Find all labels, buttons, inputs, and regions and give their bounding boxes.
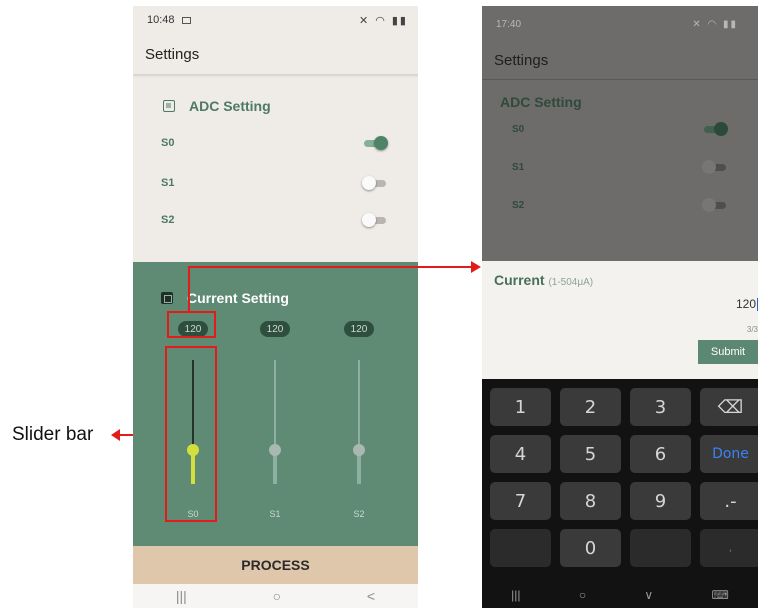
toggle-s2[interactable] bbox=[362, 213, 388, 227]
backspace-icon[interactable]: ⌫ bbox=[700, 388, 758, 426]
current-value-input[interactable]: 120 bbox=[735, 297, 758, 312]
key-6[interactable]: 6 bbox=[630, 435, 691, 473]
app-bar: Settings bbox=[133, 34, 418, 75]
dialog-range-hint: (1-504μA) bbox=[548, 277, 594, 288]
adc-section-header: ADC Setting bbox=[163, 98, 271, 114]
adc-section-title: ADC Setting bbox=[189, 98, 271, 114]
annotation-label: Slider bar bbox=[12, 424, 94, 445]
process-button[interactable]: PROCESS bbox=[133, 546, 418, 584]
highlight-box-pill bbox=[167, 311, 216, 338]
signal-icons: ✕ ◠ ▮▮ bbox=[358, 14, 408, 27]
home-button[interactable]: ○ bbox=[579, 588, 586, 602]
key-8[interactable]: 8 bbox=[560, 482, 621, 520]
current-value-text: 120 bbox=[735, 297, 756, 311]
dialog-title: Current (1-504μA) bbox=[494, 272, 593, 288]
annotation-connector-vertical bbox=[188, 267, 190, 313]
page-title: Settings bbox=[145, 45, 200, 63]
slider-thumb[interactable] bbox=[269, 444, 281, 456]
current-input-dialog: Current (1-504μA) 120 3/3 Submit bbox=[482, 261, 758, 379]
key-1[interactable]: 1 bbox=[490, 388, 551, 426]
adc-label-s1: S1 bbox=[512, 161, 525, 173]
key-7[interactable]: 7 bbox=[490, 482, 551, 520]
adc-label-s0: S0 bbox=[512, 123, 525, 135]
image-icon bbox=[181, 16, 191, 24]
key-blank-left bbox=[490, 529, 551, 567]
toggle-s1 bbox=[702, 160, 728, 174]
key-3[interactable]: 3 bbox=[630, 388, 691, 426]
slider-s1[interactable] bbox=[265, 360, 285, 490]
adc-row-s0[interactable]: S0 bbox=[161, 136, 388, 150]
key-dot-minus[interactable]: .- bbox=[700, 482, 758, 520]
recent-apps-button[interactable]: ||| bbox=[176, 588, 187, 604]
keyboard-icon[interactable]: ⌨ bbox=[712, 588, 729, 602]
recent-apps-button[interactable]: ||| bbox=[511, 588, 520, 602]
toggle-s2 bbox=[702, 198, 728, 212]
key-comma[interactable]: , bbox=[700, 529, 758, 567]
settings-square-icon bbox=[161, 292, 173, 304]
character-counter: 3/3 bbox=[746, 325, 758, 334]
value-pill-s2[interactable]: 120 bbox=[344, 321, 374, 337]
hide-keyboard-button[interactable]: ∨ bbox=[644, 588, 653, 602]
adc-label-s2: S2 bbox=[512, 199, 525, 211]
key-9[interactable]: 9 bbox=[630, 482, 691, 520]
adc-section-title: ADC Setting bbox=[500, 94, 582, 110]
current-section-header: Current Setting bbox=[161, 290, 289, 306]
slider-label-s2: S2 bbox=[353, 509, 365, 519]
app-bar: Settings bbox=[482, 42, 758, 80]
status-time: 10:48 bbox=[147, 14, 175, 26]
settings-square-icon bbox=[163, 100, 175, 112]
adc-row-s2: S2 bbox=[512, 198, 728, 212]
annotation-connector-arrow bbox=[188, 261, 481, 273]
adc-row-s2[interactable]: S2 bbox=[161, 213, 388, 227]
toggle-s0 bbox=[702, 122, 728, 136]
adc-label-s1: S1 bbox=[161, 177, 175, 189]
page-title: Settings bbox=[494, 52, 549, 69]
done-key[interactable]: Done bbox=[700, 435, 758, 473]
numeric-keyboard: 1 2 3 ⌫ 4 5 6 Done 7 8 9 .- 0 , ||| ○ ∨ … bbox=[482, 379, 758, 608]
status-left: 10:48 bbox=[147, 14, 191, 26]
adc-label-s2: S2 bbox=[161, 214, 175, 226]
signal-icons: ✕ ◠ ▮▮ bbox=[692, 18, 738, 30]
value-pill-s1[interactable]: 120 bbox=[260, 321, 290, 337]
highlight-box-slider bbox=[165, 346, 217, 522]
status-time: 17:40 bbox=[496, 18, 522, 30]
key-2[interactable]: 2 bbox=[560, 388, 621, 426]
adc-row-s0: S0 bbox=[512, 122, 728, 136]
system-nav-bar: ||| ○ ∨ ⌨ bbox=[482, 581, 758, 608]
adc-row-s1: S1 bbox=[512, 160, 728, 174]
adc-row-s1[interactable]: S1 bbox=[161, 176, 388, 190]
toggle-s0[interactable] bbox=[362, 136, 388, 150]
submit-button[interactable]: Submit bbox=[698, 340, 758, 364]
slider-thumb[interactable] bbox=[353, 444, 365, 456]
status-bar: 17:40 ✕ ◠ ▮▮ bbox=[496, 6, 758, 42]
key-0[interactable]: 0 bbox=[560, 529, 621, 567]
key-blank-right bbox=[630, 529, 691, 567]
key-4[interactable]: 4 bbox=[490, 435, 551, 473]
back-button[interactable]: < bbox=[367, 588, 375, 604]
status-bar: 10:48 ✕ ◠ ▮▮ bbox=[133, 6, 418, 34]
toggle-s1[interactable] bbox=[362, 176, 388, 190]
key-5[interactable]: 5 bbox=[560, 435, 621, 473]
home-button[interactable]: ○ bbox=[273, 588, 281, 604]
phone-screen-dialog: 17:40 ✕ ◠ ▮▮ Settings ADC Setting S0 S1 … bbox=[482, 6, 758, 608]
slider-label-s1: S1 bbox=[269, 509, 281, 519]
dialog-title-text: Current bbox=[494, 272, 545, 288]
system-nav-bar: ||| ○ < bbox=[133, 584, 418, 608]
current-section-title: Current Setting bbox=[187, 290, 289, 306]
slider-s2[interactable] bbox=[349, 360, 369, 490]
adc-label-s0: S0 bbox=[161, 137, 175, 149]
